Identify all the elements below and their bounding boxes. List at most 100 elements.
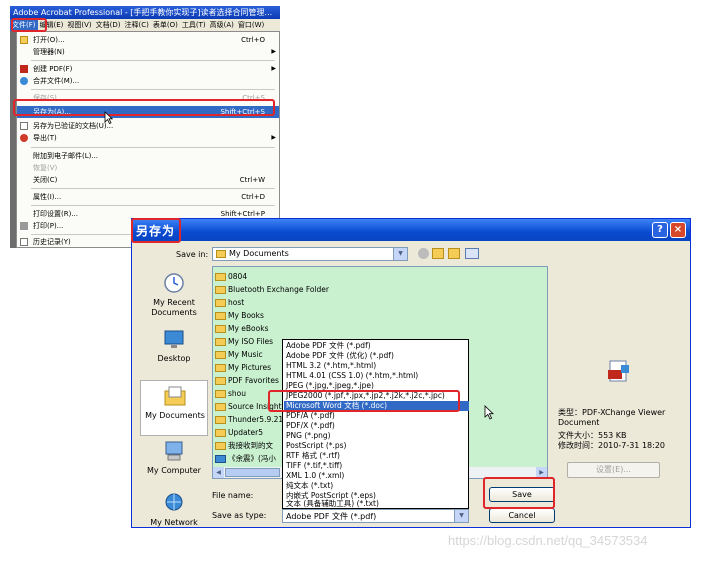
acrobat-title-bar: Adobe Acrobat Professional - [手把手教你实现子]读… xyxy=(10,6,280,19)
file-type-list[interactable]: Adobe PDF 文件 (*.pdf) Adobe PDF 文件 (优化) (… xyxy=(282,339,469,509)
folder-icon xyxy=(215,273,226,281)
new-folder-icon[interactable] xyxy=(448,248,460,259)
combine-files-icon xyxy=(20,77,28,85)
back-icon[interactable] xyxy=(418,248,429,259)
mouse-cursor-icon xyxy=(104,111,113,124)
save-in-label: Save in: xyxy=(176,250,209,259)
my-network-icon xyxy=(165,493,183,511)
printer-icon xyxy=(20,222,28,230)
place-desktop[interactable]: Desktop xyxy=(140,324,208,380)
menu-forms[interactable]: 表单(O) xyxy=(151,19,180,31)
acrobat-window: Adobe Acrobat Professional - [手把手教你实现子]读… xyxy=(10,6,280,248)
preview-modified-date: 修改时间：2010-7-31 18:20 xyxy=(558,441,665,450)
folder-icon xyxy=(216,250,226,258)
recent-documents-icon xyxy=(164,273,184,293)
close-button[interactable]: × xyxy=(670,222,686,238)
folder-icon xyxy=(215,351,226,359)
folder-icon xyxy=(215,364,226,372)
menu-item-attach-email[interactable]: 附加到电子邮件(L)... xyxy=(17,150,279,162)
file-type-option[interactable]: PDF/A (*.pdf) xyxy=(284,411,469,421)
file-type-option[interactable]: 纯文本 (*.txt) xyxy=(284,481,469,491)
save-as-highlight xyxy=(13,99,275,116)
word-format-highlight xyxy=(268,390,460,412)
up-folder-icon[interactable] xyxy=(432,248,444,259)
scrollbar-thumb[interactable] xyxy=(225,468,280,477)
file-type-option[interactable]: PostScript (*.ps) xyxy=(284,441,469,451)
cancel-button[interactable]: Cancel xyxy=(489,508,555,523)
chevron-down-icon[interactable]: ▼ xyxy=(454,510,468,522)
folder-icon xyxy=(215,299,226,307)
menu-item-revert[interactable]: 恢复(V) xyxy=(17,162,279,174)
file-name-label: File name: xyxy=(212,491,254,500)
folder-icon xyxy=(215,312,226,320)
place-my-documents[interactable]: My Documents xyxy=(140,380,208,436)
menu-item-open[interactable]: 打开(O)... Ctrl+O xyxy=(17,34,279,46)
view-menu-icon[interactable] xyxy=(465,248,479,259)
watermark: https://blog.csdn.net/qq_34573534 xyxy=(448,533,648,548)
mouse-cursor-icon xyxy=(484,405,494,420)
file-type-option[interactable]: HTML 3.2 (*.htm,*.html) xyxy=(284,361,469,371)
my-documents-icon xyxy=(164,386,186,406)
menu-separator xyxy=(31,147,275,148)
pdf-file-icon xyxy=(608,360,629,382)
menu-advanced[interactable]: 高级(A) xyxy=(208,19,236,31)
file-type-option[interactable]: HTML 4.01 (CSS 1.0) (*.htm,*.html) xyxy=(284,371,469,381)
save-in-dropdown[interactable]: My Documents ▼ xyxy=(212,247,408,261)
folder-icon xyxy=(215,390,226,398)
folder-icon xyxy=(215,338,226,346)
menu-comments[interactable]: 注释(C) xyxy=(123,19,151,31)
folder-icon xyxy=(215,377,226,385)
file-type-option[interactable]: 文本 (具备辅助工具) (*.txt) xyxy=(284,499,469,509)
menu-separator xyxy=(31,188,275,189)
open-folder-icon xyxy=(20,36,28,44)
dialog-title-bar[interactable] xyxy=(132,219,690,241)
dialog-title-highlight xyxy=(131,218,181,243)
place-recent-documents[interactable]: My Recent Documents xyxy=(140,268,208,324)
my-computer-icon xyxy=(165,441,183,461)
menu-item-export[interactable]: 导出(T) ▶ xyxy=(17,132,279,144)
save-button-highlight xyxy=(483,477,555,509)
preview-file-type: 类型：PDF-XChange Viewer Document xyxy=(558,408,666,427)
file-type-option[interactable]: RTF 格式 (*.rtf) xyxy=(284,451,469,461)
file-type-option[interactable]: XML 1.0 (*.xml) xyxy=(284,471,469,481)
menu-separator xyxy=(31,60,275,61)
export-icon xyxy=(20,134,28,142)
menu-item-combine[interactable]: 合并文件(M)... xyxy=(17,75,279,87)
menu-item-properties[interactable]: 属性(I)... Ctrl+D xyxy=(17,191,279,203)
folder-icon xyxy=(215,286,226,294)
submenu-arrow-icon: ▶ xyxy=(271,48,276,55)
place-my-network[interactable]: My Network xyxy=(140,488,208,544)
file-type-option[interactable]: TIFF (*.tif,*.tiff) xyxy=(284,461,469,471)
settings-button[interactable]: 设置(E)... xyxy=(567,462,660,478)
folder-icon xyxy=(215,442,226,450)
file-menu-highlight xyxy=(11,18,47,32)
menu-tools[interactable]: 工具(T) xyxy=(180,19,208,31)
menu-item-create-pdf[interactable]: 创建 PDF(F) ▶ xyxy=(17,63,279,75)
file-type-option[interactable]: PNG (*.png) xyxy=(284,431,469,441)
desktop-icon xyxy=(164,330,184,348)
menu-view[interactable]: 视图(V) xyxy=(65,19,93,31)
place-my-computer[interactable]: My Computer xyxy=(140,436,208,492)
menu-window[interactable]: 窗口(W) xyxy=(236,19,266,31)
save-as-type-label: Save as type: xyxy=(212,511,267,520)
submenu-arrow-icon: ▶ xyxy=(271,134,276,141)
file-menu-dropdown: 打开(O)... Ctrl+O 管理器(N) ▶ 创建 PDF(F) ▶ 合并文… xyxy=(16,31,280,248)
certified-document-icon xyxy=(20,122,28,130)
chevron-down-icon[interactable]: ▼ xyxy=(393,248,407,260)
create-pdf-icon xyxy=(20,65,28,73)
help-button[interactable]: ? xyxy=(652,222,668,238)
menu-item-organizer[interactable]: 管理器(N) ▶ xyxy=(17,46,279,58)
file-type-option[interactable]: Adobe PDF 文件 (*.pdf) xyxy=(284,341,469,351)
file-type-option[interactable]: PDF/X (*.pdf) xyxy=(284,421,469,431)
menu-separator xyxy=(31,89,275,90)
menu-separator xyxy=(31,205,275,206)
menu-document[interactable]: 文档(D) xyxy=(94,19,123,31)
save-as-dialog: 另存为 ? × Save in: My Documents ▼ My Recen… xyxy=(131,218,691,528)
history-icon xyxy=(20,238,28,246)
scroll-left-icon[interactable]: ◀ xyxy=(213,467,224,478)
folder-icon xyxy=(215,403,226,411)
menu-item-close[interactable]: 关闭(C) Ctrl+W xyxy=(17,174,279,186)
file-type-option[interactable]: Adobe PDF 文件 (优化) (*.pdf) xyxy=(284,351,469,361)
save-as-type-dropdown[interactable]: Adobe PDF 文件 (*.pdf) ▼ xyxy=(282,509,469,523)
menu-item-save-certified[interactable]: 另存为已验证的文档(U)... xyxy=(17,120,279,132)
